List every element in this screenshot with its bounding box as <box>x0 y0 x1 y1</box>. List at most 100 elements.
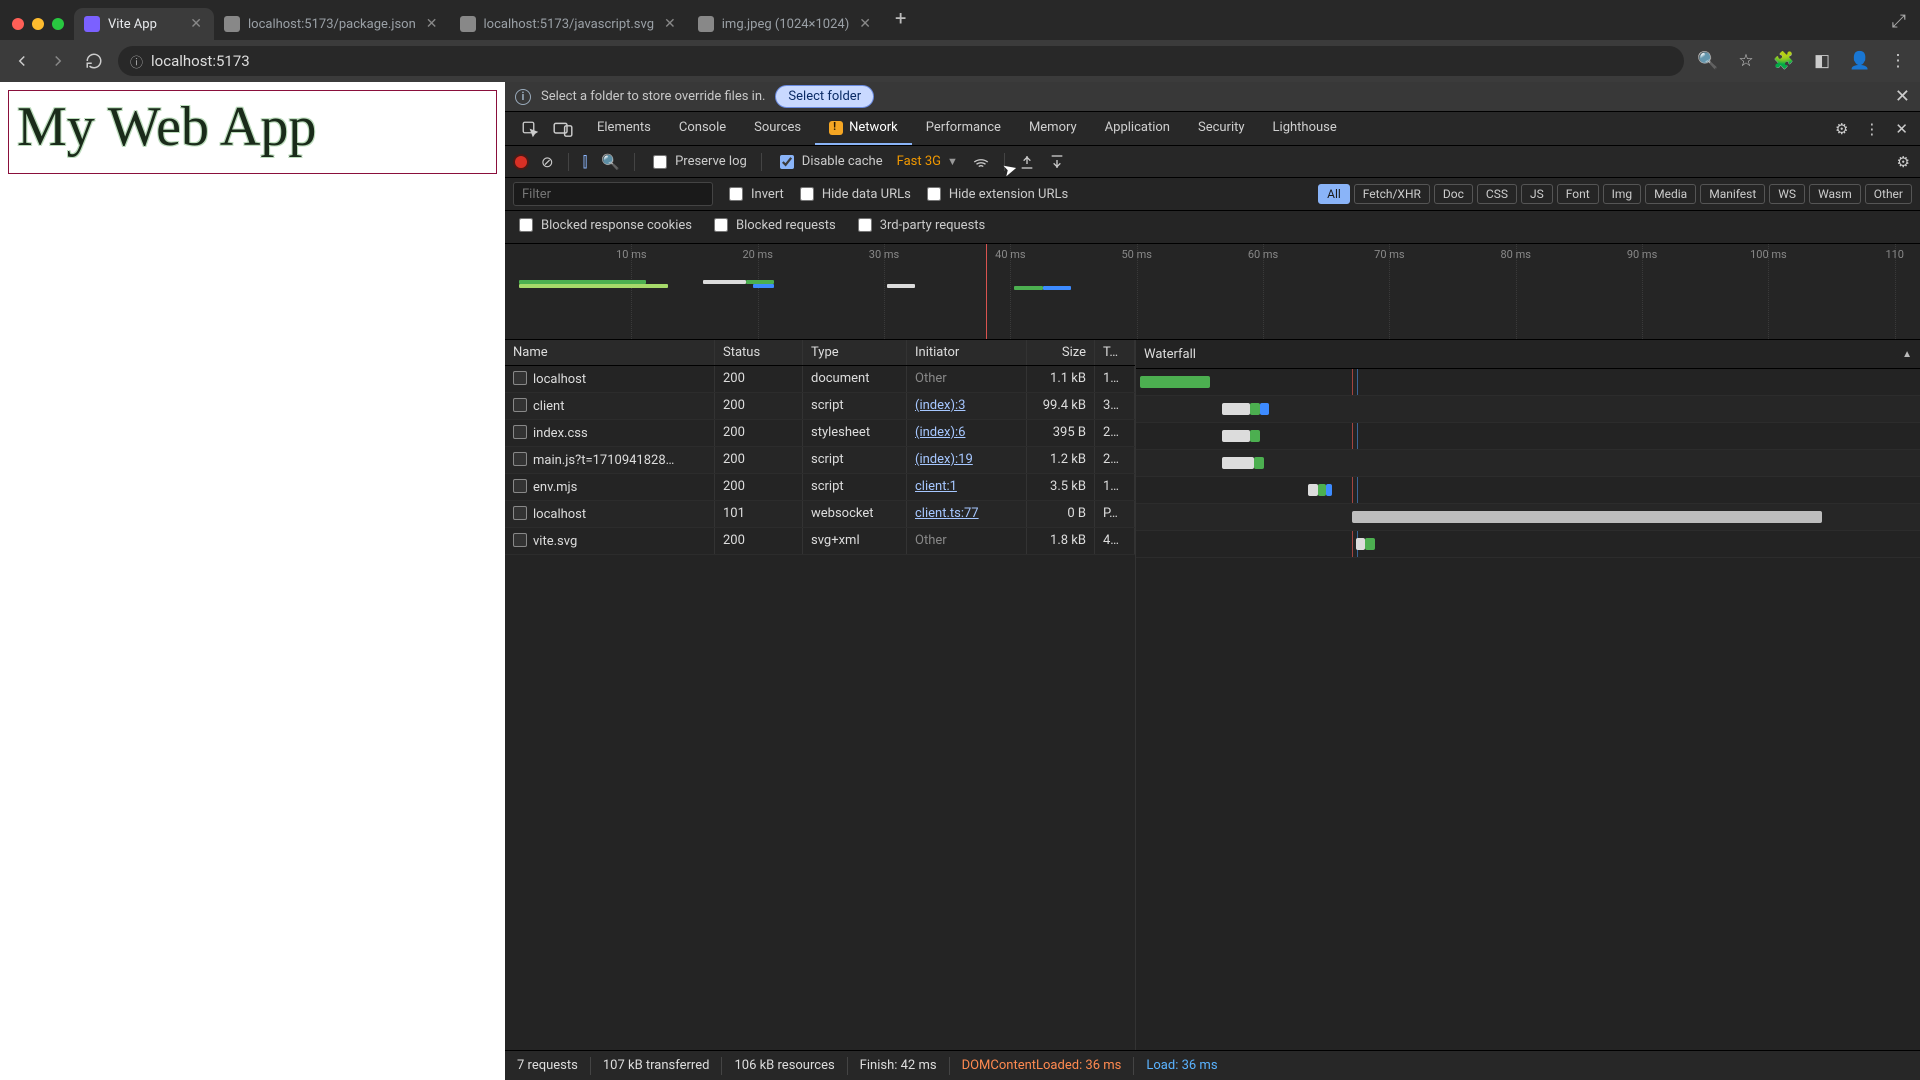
zoom-icon[interactable]: 🔍 <box>1696 49 1720 73</box>
blocked-cookies-checkbox[interactable]: Blocked response cookies <box>515 215 692 235</box>
filter-chip-media[interactable]: Media <box>1645 184 1696 204</box>
new-tab-button[interactable]: + <box>883 0 918 40</box>
window-close-icon[interactable] <box>12 18 24 30</box>
device-toolbar-icon[interactable] <box>553 121 573 137</box>
devtools-more-icon[interactable]: ⋮ <box>1864 120 1879 138</box>
table-row[interactable]: localhost200documentOther1.1 kB1… <box>505 366 1135 393</box>
waterfall-row[interactable] <box>1136 477 1920 504</box>
initiator-link[interactable]: (index):19 <box>915 452 973 467</box>
filter-chip-js[interactable]: JS <box>1521 184 1553 204</box>
table-row[interactable]: localhost101websocketclient.ts:770 BP… <box>505 501 1135 528</box>
third-party-checkbox[interactable]: 3rd-party requests <box>854 215 986 235</box>
col-time[interactable]: T… <box>1095 340 1135 365</box>
blocked-requests-checkbox[interactable]: Blocked requests <box>710 215 836 235</box>
waterfall-row[interactable] <box>1136 423 1920 450</box>
disable-cache-checkbox[interactable]: Disable cache <box>776 152 883 172</box>
network-conditions-icon[interactable] <box>972 153 990 171</box>
table-row[interactable]: env.mjs200scriptclient:13.5 kB1… <box>505 474 1135 501</box>
export-har-icon[interactable] <box>1049 154 1065 170</box>
search-icon[interactable]: 🔍 <box>601 153 620 171</box>
profile-icon[interactable]: 👤 <box>1848 49 1872 73</box>
window-expand-icon[interactable]: ⤢ <box>1886 11 1912 40</box>
clear-button[interactable]: ⊘ <box>541 153 554 171</box>
waterfall-row[interactable] <box>1136 531 1920 558</box>
panel-tab-console[interactable]: Console <box>665 112 740 145</box>
browser-tab[interactable]: localhost:5173/javascript.svg ✕ <box>450 8 688 40</box>
filter-chip-font[interactable]: Font <box>1557 184 1599 204</box>
table-row[interactable]: client200script(index):399.4 kB3… <box>505 393 1135 420</box>
record-button[interactable] <box>515 156 527 168</box>
filter-chip-css[interactable]: CSS <box>1477 184 1517 204</box>
filter-chip-wasm[interactable]: Wasm <box>1809 184 1861 204</box>
devtools-settings-icon[interactable]: ⚙ <box>1835 120 1848 138</box>
panel-tab-elements[interactable]: Elements <box>583 112 665 145</box>
panel-tab-security[interactable]: Security <box>1184 112 1259 145</box>
panel-tab-performance[interactable]: Performance <box>912 112 1015 145</box>
browser-tab[interactable]: Vite App ✕ <box>74 8 214 40</box>
initiator-link[interactable]: client.ts:77 <box>915 506 979 521</box>
filter-chip-img[interactable]: Img <box>1603 184 1642 204</box>
side-panel-icon[interactable]: ◧ <box>1810 49 1834 73</box>
infobar-close-icon[interactable]: ✕ <box>1895 86 1910 107</box>
hide-extension-urls-checkbox[interactable]: Hide extension URLs <box>923 184 1068 204</box>
inspect-element-icon[interactable] <box>521 120 539 138</box>
waterfall-row[interactable] <box>1136 450 1920 477</box>
filter-chip-doc[interactable]: Doc <box>1434 184 1473 204</box>
filter-chip-ws[interactable]: WS <box>1769 184 1805 204</box>
preserve-log-checkbox[interactable]: Preserve log <box>649 152 747 172</box>
extensions-icon[interactable]: 🧩 <box>1772 49 1796 73</box>
forward-button[interactable] <box>46 49 70 73</box>
throttling-select[interactable]: Fast 3G ▼ <box>897 154 958 169</box>
tab-close-icon[interactable]: ✕ <box>857 16 873 32</box>
col-status[interactable]: Status <box>715 340 803 365</box>
site-info-icon[interactable]: ⓘ <box>130 52 143 71</box>
table-header[interactable]: Name Status Type Initiator Size T… <box>505 340 1135 366</box>
col-size[interactable]: Size <box>1027 340 1095 365</box>
browser-tab[interactable]: img.jpeg (1024×1024) ✕ <box>688 8 883 40</box>
menu-icon[interactable]: ⋮ <box>1886 49 1910 73</box>
col-initiator[interactable]: Initiator <box>907 340 1027 365</box>
bookmark-icon[interactable]: ☆ <box>1734 49 1758 73</box>
tab-close-icon[interactable]: ✕ <box>424 16 440 32</box>
tab-close-icon[interactable]: ✕ <box>188 16 204 32</box>
panel-tab-lighthouse[interactable]: Lighthouse <box>1259 112 1351 145</box>
panel-tab-sources[interactable]: Sources <box>740 112 815 145</box>
reload-button[interactable] <box>82 49 106 73</box>
table-row[interactable]: index.css200stylesheet(index):6395 B2… <box>505 420 1135 447</box>
filter-chip-all[interactable]: All <box>1318 184 1350 204</box>
panel-tab-network[interactable]: Network <box>815 112 912 145</box>
window-minimize-icon[interactable] <box>32 18 44 30</box>
waterfall-row[interactable] <box>1136 396 1920 423</box>
filter-toggle-icon[interactable]: ⫿ <box>583 153 588 171</box>
panel-tab-memory[interactable]: Memory <box>1015 112 1091 145</box>
waterfall-row[interactable] <box>1136 369 1920 396</box>
filter-chip-other[interactable]: Other <box>1865 184 1912 204</box>
select-folder-button[interactable]: Select folder <box>775 85 874 108</box>
initiator-link[interactable]: (index):6 <box>915 425 965 440</box>
hide-data-urls-checkbox[interactable]: Hide data URLs <box>796 184 911 204</box>
address-bar[interactable]: ⓘ localhost:5173 <box>118 46 1684 76</box>
filter-input[interactable] <box>513 182 713 206</box>
initiator-link[interactable]: (index):3 <box>915 398 965 413</box>
table-row[interactable]: main.js?t=1710941828…200script(index):19… <box>505 447 1135 474</box>
browser-tab-strip: Vite App ✕ localhost:5173/package.json ✕… <box>0 0 1920 40</box>
col-waterfall[interactable]: Waterfall ▲ <box>1136 340 1920 369</box>
browser-tab[interactable]: localhost:5173/package.json ✕ <box>214 8 450 40</box>
back-button[interactable] <box>10 49 34 73</box>
tab-close-icon[interactable]: ✕ <box>662 16 678 32</box>
col-name[interactable]: Name <box>505 340 715 365</box>
devtools-close-icon[interactable]: ✕ <box>1895 120 1908 138</box>
network-filter-bar: Invert Hide data URLs Hide extension URL… <box>505 178 1920 211</box>
waterfall-row[interactable] <box>1136 504 1920 531</box>
table-row[interactable]: vite.svg200svg+xmlOther1.8 kB4… <box>505 528 1135 555</box>
col-type[interactable]: Type <box>803 340 907 365</box>
network-overview[interactable]: 10 ms20 ms30 ms40 ms50 ms60 ms70 ms80 ms… <box>505 244 1920 340</box>
filter-chip-manifest[interactable]: Manifest <box>1700 184 1765 204</box>
network-settings-icon[interactable]: ⚙ <box>1897 153 1910 171</box>
filter-chip-fetch-xhr[interactable]: Fetch/XHR <box>1354 184 1430 204</box>
invert-checkbox[interactable]: Invert <box>725 184 784 204</box>
panel-tab-application[interactable]: Application <box>1091 112 1184 145</box>
initiator-link[interactable]: client:1 <box>915 479 957 494</box>
import-har-icon[interactable] <box>1019 154 1035 170</box>
window-zoom-icon[interactable] <box>52 18 64 30</box>
